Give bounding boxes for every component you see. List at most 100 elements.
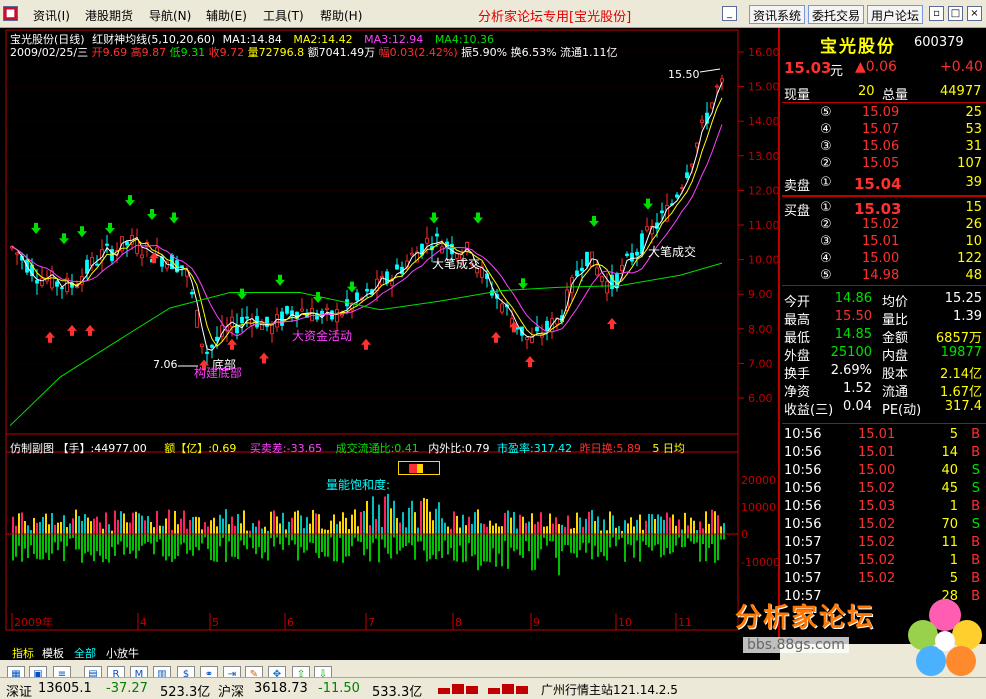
volume-bar-negative <box>39 534 41 560</box>
volume-bar-negative <box>408 534 410 543</box>
buy-volume: 15 <box>965 200 982 215</box>
maximize-icon[interactable]: □ <box>948 6 963 21</box>
volume-bar-negative <box>183 534 185 543</box>
tick-volume: 70 <box>941 517 958 532</box>
candlestick-chart[interactable]: 16.00 15.00 14.00 13.00 12.00 11.00 10.00 9.00 8… <box>0 28 780 644</box>
tab-template[interactable]: 模板 <box>42 645 64 661</box>
volume-bar-negative <box>309 534 311 543</box>
volume-bar-positive <box>423 498 425 534</box>
volume-bar-positive <box>447 526 449 534</box>
volume-bar-negative <box>564 534 566 545</box>
tick-price: 15.02 <box>858 571 896 586</box>
buy-level: ③ <box>820 234 832 249</box>
volume-bar-positive <box>537 521 539 534</box>
volume-bar-positive <box>450 528 452 534</box>
candle-body <box>545 320 549 332</box>
bar-volume: 量72796.8 <box>247 46 305 59</box>
candle-body <box>140 254 144 259</box>
volume-bar-positive <box>246 530 248 534</box>
tick-row[interactable]: 10:56 15.01 14 B <box>782 445 986 462</box>
menu-nav[interactable]: 导航(N) <box>149 7 191 24</box>
volume-bar-negative <box>87 534 89 552</box>
candle-body <box>245 316 249 319</box>
volume-bar-negative <box>669 534 671 554</box>
volume-bar-positive <box>645 520 647 534</box>
volume-bar-positive <box>183 510 185 534</box>
menu-aux[interactable]: 辅助(E) <box>206 7 247 24</box>
restore-icon[interactable]: ▫ <box>929 6 944 21</box>
volume-bar-positive <box>516 528 518 534</box>
volume-bar-positive <box>135 511 137 534</box>
info-system-button[interactable]: 资讯系统 <box>749 5 806 24</box>
buy-level: ⑤ <box>820 268 832 283</box>
tick-row[interactable]: 10:56 15.02 45 S <box>782 481 986 498</box>
app-icon[interactable]: ■ <box>3 6 18 21</box>
candle-body <box>625 253 629 256</box>
sell-label: 卖盘 <box>784 179 811 194</box>
menu-info[interactable]: 资讯(I) <box>33 7 70 24</box>
volume-bar-positive <box>615 527 617 534</box>
volume-bar-positive <box>570 528 572 534</box>
volume-bar-positive <box>381 526 383 534</box>
volume-bar-negative <box>147 534 149 542</box>
volume-bar-negative <box>354 534 356 538</box>
volume-bar-negative <box>429 534 431 560</box>
volume-bar-negative <box>396 534 398 555</box>
buy-signal-arrow <box>491 331 501 343</box>
tab-xiaofangniu[interactable]: 小放牛 <box>106 645 139 661</box>
chart-area[interactable]: 16.00 15.00 14.00 13.00 12.00 11.00 10.00 9.00 8… <box>0 28 780 644</box>
trade-button[interactable]: 委托交易 <box>808 5 865 24</box>
volume-bar-positive <box>243 510 245 534</box>
volume-bar-positive <box>129 522 131 534</box>
close-icon[interactable]: × <box>967 6 982 21</box>
tab-all[interactable]: 全部 <box>74 645 96 661</box>
tick-row[interactable]: 10:57 15.02 1 B <box>782 553 986 570</box>
candle-body <box>60 287 64 289</box>
forum-button[interactable]: 用户论坛 <box>867 5 924 24</box>
tick-time: 10:57 <box>784 571 822 586</box>
tick-price: 15.02 <box>858 553 896 568</box>
tick-row[interactable]: 10:56 15.02 70 S <box>782 517 986 534</box>
volume-bar-positive <box>207 526 209 534</box>
menu-hk-futures[interactable]: 港股期货 <box>85 7 133 24</box>
y-tick-label: 11.00 <box>748 219 780 232</box>
stat-value-2: 2.14亿 <box>940 367 982 382</box>
volume-bar-negative <box>117 534 119 545</box>
volume-bar-negative <box>306 534 308 551</box>
volume-bar-positive <box>576 512 578 534</box>
volume-bar-positive <box>552 523 554 534</box>
tab-indicator[interactable]: 指标 <box>12 645 34 661</box>
tick-row[interactable]: 10:56 15.00 40 S <box>782 463 986 480</box>
tick-row[interactable]: 10:56 15.01 5 B <box>782 427 986 444</box>
candle-body <box>585 251 589 267</box>
volume-bar-negative <box>207 534 209 549</box>
candle-body <box>525 337 529 341</box>
stat-value-2: 19877 <box>940 345 982 360</box>
volume-bar-positive <box>555 517 557 534</box>
volume-bar-negative <box>177 534 179 557</box>
volume-bar-positive <box>84 514 86 534</box>
volume-bar-positive <box>105 512 107 534</box>
volume-bar-positive <box>696 530 698 534</box>
menu-tools[interactable]: 工具(T) <box>263 7 304 24</box>
tick-row[interactable]: 10:57 15.02 11 B <box>782 535 986 552</box>
tick-row[interactable]: 10:56 15.03 1 B <box>782 499 986 516</box>
stat-label-2: 量比 <box>882 313 909 328</box>
volume-bar-positive <box>339 521 341 534</box>
volume-bar-positive <box>138 513 140 534</box>
volume-bar-positive <box>579 517 581 534</box>
volume-bar-negative <box>192 534 194 556</box>
volume-bar-negative <box>12 534 14 561</box>
volume-bar-negative <box>651 534 653 551</box>
volume-bar-positive <box>42 516 44 534</box>
volume-bar-negative <box>297 534 299 561</box>
volume-bar-positive <box>714 511 716 534</box>
candle-body <box>715 85 719 88</box>
volume-bar-negative <box>684 534 686 547</box>
volume-bar-negative <box>369 534 371 562</box>
volume-bar-positive <box>39 522 41 534</box>
menu-help[interactable]: 帮助(H) <box>320 7 362 24</box>
volume-bar-negative <box>138 534 140 551</box>
minimize-icon[interactable]: _ <box>722 6 737 21</box>
volume-bar-positive <box>498 526 500 534</box>
